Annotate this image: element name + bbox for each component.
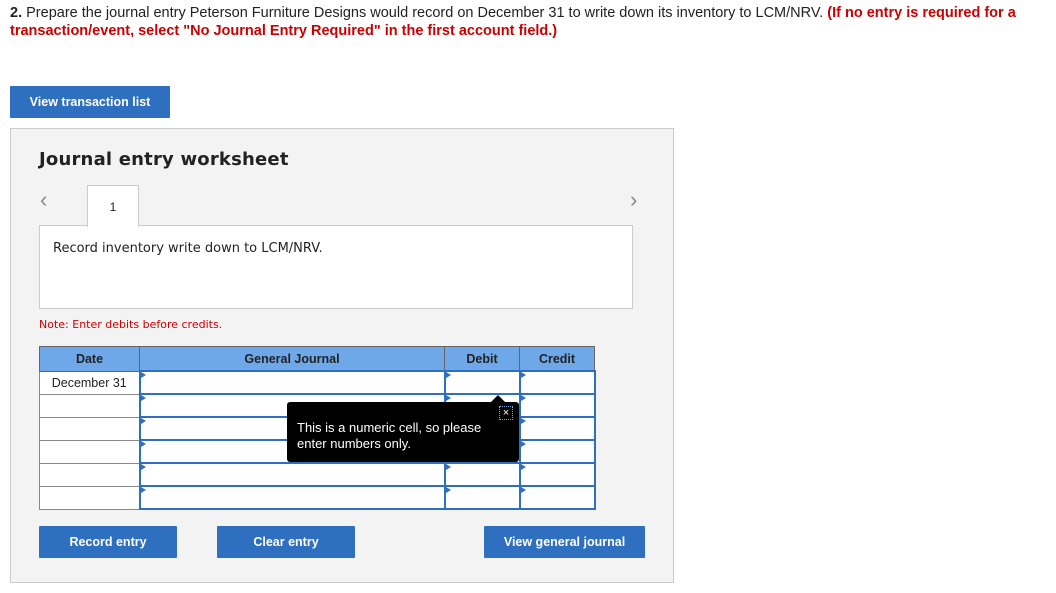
header-date: Date xyxy=(39,346,140,372)
numeric-cell-tooltip: This is a numeric cell, so please enter … xyxy=(287,395,519,462)
question-text: 2. Prepare the journal entry Peterson Fu… xyxy=(10,4,1040,40)
table-row xyxy=(39,485,596,510)
table-row xyxy=(39,462,596,487)
date-cell: December 31 xyxy=(39,370,140,395)
view-general-journal-button[interactable]: View general journal xyxy=(484,526,645,558)
chevron-right-icon[interactable]: › xyxy=(630,187,637,213)
date-cell xyxy=(39,393,140,418)
note-text: Note: Enter debits before credits. xyxy=(39,318,223,331)
header-general-journal: General Journal xyxy=(139,346,445,372)
date-cell xyxy=(39,416,140,441)
record-entry-button[interactable]: Record entry xyxy=(39,526,177,558)
debit-input[interactable] xyxy=(443,485,521,510)
credit-input[interactable] xyxy=(518,370,596,395)
question-body: Prepare the journal entry Peterson Furni… xyxy=(26,5,824,21)
credit-input[interactable] xyxy=(518,416,596,441)
view-transaction-list-button[interactable]: View transaction list xyxy=(10,86,170,118)
chevron-left-icon[interactable]: ‹ xyxy=(40,187,47,213)
date-cell xyxy=(39,439,140,464)
account-input[interactable] xyxy=(138,485,446,510)
header-debit: Debit xyxy=(444,346,520,372)
worksheet-title: Journal entry worksheet xyxy=(39,149,289,170)
question-number: 2. xyxy=(10,5,23,21)
table-row: December 31 xyxy=(39,370,596,395)
date-cell xyxy=(39,485,140,510)
tab-entry-1[interactable]: 1 xyxy=(87,185,139,227)
close-icon[interactable]: × xyxy=(499,406,513,420)
debit-input[interactable] xyxy=(443,370,521,395)
account-input[interactable] xyxy=(138,370,446,395)
account-input[interactable] xyxy=(138,462,446,487)
credit-input[interactable] xyxy=(518,439,596,464)
tooltip-text: This is a numeric cell, so please enter … xyxy=(297,420,482,451)
credit-input[interactable] xyxy=(518,393,596,418)
credit-input[interactable] xyxy=(518,462,596,487)
date-cell xyxy=(39,462,140,487)
clear-entry-button[interactable]: Clear entry xyxy=(217,526,355,558)
header-credit: Credit xyxy=(519,346,595,372)
credit-input[interactable] xyxy=(518,485,596,510)
entry-description: Record inventory write down to LCM/NRV. xyxy=(39,225,633,309)
debit-input[interactable] xyxy=(443,462,521,487)
